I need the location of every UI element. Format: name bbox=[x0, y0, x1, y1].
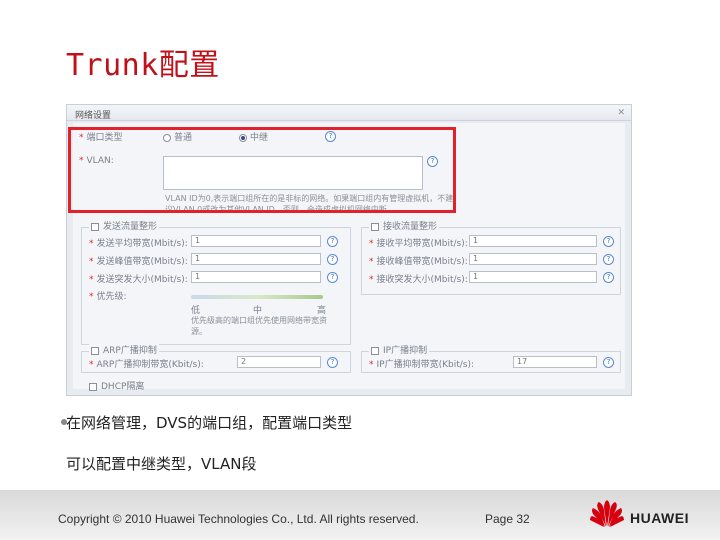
slide-title: Trunk配置 bbox=[66, 48, 220, 83]
send-avg-label: * 发送平均带宽(Mbit/s): bbox=[89, 239, 188, 249]
receive-shaping-title: 接收流量整形 bbox=[383, 222, 438, 232]
copyright-text: Copyright © 2010 Huawei Technologies Co.… bbox=[58, 512, 419, 526]
help-icon[interactable]: ? bbox=[603, 272, 614, 283]
priority-label: * 优先级: bbox=[89, 292, 127, 302]
help-icon[interactable]: ? bbox=[603, 236, 614, 247]
ip-input[interactable]: 17 bbox=[513, 356, 597, 368]
priority-slider[interactable] bbox=[191, 295, 323, 299]
arp-input[interactable]: 2 bbox=[237, 356, 321, 368]
receive-shaping-checkbox[interactable] bbox=[371, 222, 379, 231]
close-icon[interactable]: ✕ bbox=[617, 108, 625, 118]
help-icon[interactable]: ? bbox=[603, 254, 614, 265]
receive-shaping-toggle[interactable]: 接收流量整形 bbox=[369, 219, 440, 232]
send-shaping-toggle[interactable]: 发送流量整形 bbox=[89, 219, 160, 232]
bullet-text: 在网络管理，DVS的端口组，配置端口类型 bbox=[66, 414, 353, 432]
arp-label: * ARP广播抑制带宽(Kbit/s): bbox=[89, 360, 204, 370]
help-icon[interactable]: ? bbox=[603, 357, 614, 368]
send-burst-input[interactable]: 1 bbox=[191, 271, 321, 283]
dhcp-title: DHCP隔离 bbox=[101, 382, 145, 392]
help-icon[interactable]: ? bbox=[327, 357, 338, 368]
dialog-title: 网络设置 bbox=[75, 111, 112, 121]
send-shaping-checkbox[interactable] bbox=[91, 222, 99, 231]
recv-peak-input[interactable]: 1 bbox=[469, 253, 597, 265]
recv-avg-input[interactable]: 1 bbox=[469, 235, 597, 247]
recv-burst-label: * 接收突发大小(Mbit/s): bbox=[369, 275, 468, 285]
huawei-logo-icon bbox=[590, 500, 624, 527]
arp-toggle[interactable]: ARP广播抑制 bbox=[89, 343, 159, 356]
ip-label: * IP广播抑制带宽(Kbit/s): bbox=[369, 360, 475, 370]
ip-toggle[interactable]: IP广播抑制 bbox=[369, 343, 430, 356]
help-icon[interactable]: ? bbox=[327, 236, 338, 247]
body-text: 可以配置中继类型，VLAN段 bbox=[66, 455, 257, 473]
send-avg-input[interactable]: 1 bbox=[191, 235, 321, 247]
page-number: Page 32 bbox=[485, 512, 530, 526]
dhcp-checkbox[interactable] bbox=[89, 382, 97, 391]
dialog-header: 网络设置 ✕ bbox=[67, 105, 631, 121]
help-icon[interactable]: ? bbox=[327, 254, 338, 265]
send-shaping-title: 发送流量整形 bbox=[103, 222, 158, 232]
dhcp-toggle[interactable]: DHCP隔离 bbox=[89, 379, 144, 392]
arp-title: ARP广播抑制 bbox=[103, 346, 157, 356]
ip-title: IP广播抑制 bbox=[383, 346, 428, 356]
arp-checkbox[interactable] bbox=[91, 346, 99, 355]
footer: Copyright © 2010 Huawei Technologies Co.… bbox=[0, 490, 720, 540]
send-peak-input[interactable]: 1 bbox=[191, 253, 321, 265]
highlight-box bbox=[68, 127, 456, 213]
recv-peak-label: * 接收峰值带宽(Mbit/s): bbox=[369, 257, 468, 267]
priority-note: 优先级高的端口组优先使用网络带宽资源。 bbox=[191, 316, 327, 336]
send-burst-label: * 发送突发大小(Mbit/s): bbox=[89, 275, 188, 285]
recv-burst-input[interactable]: 1 bbox=[469, 271, 597, 283]
help-icon[interactable]: ? bbox=[327, 272, 338, 283]
send-peak-label: * 发送峰值带宽(Mbit/s): bbox=[89, 257, 188, 267]
huawei-logo-text: HUAWEI bbox=[630, 510, 689, 526]
ip-checkbox[interactable] bbox=[371, 346, 379, 355]
recv-avg-label: * 接收平均带宽(Mbit/s): bbox=[369, 239, 468, 249]
